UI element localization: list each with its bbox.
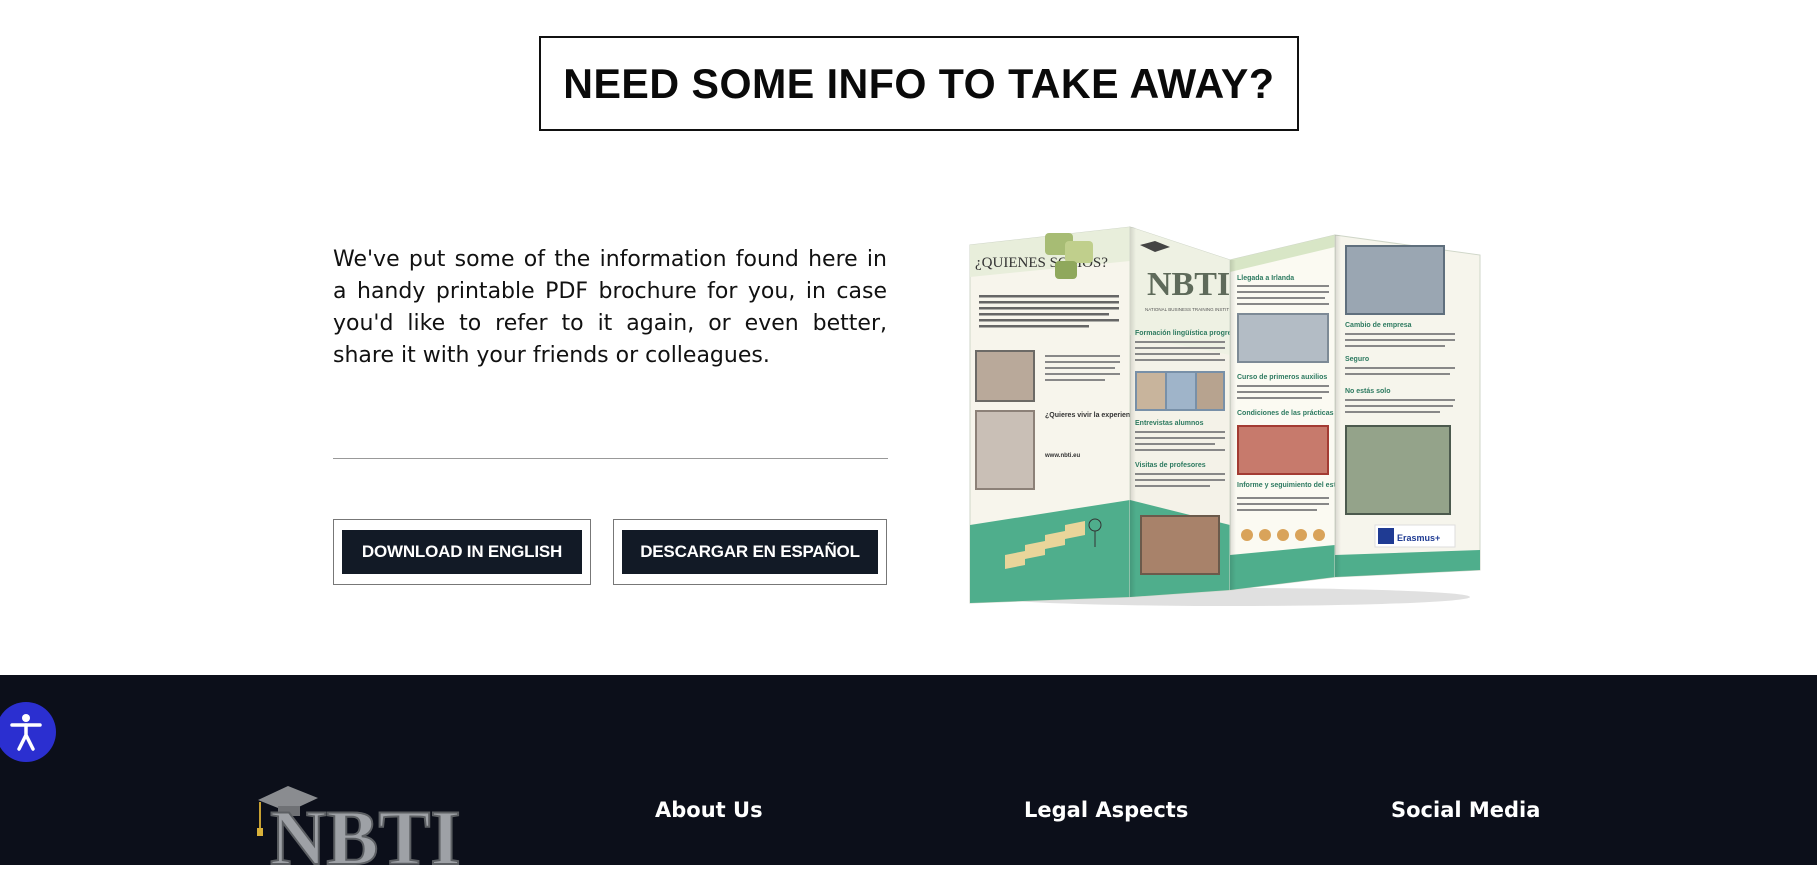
- brochure-description: We've put some of the information found …: [333, 247, 887, 368]
- brochure-panel4-h3: No estás solo: [1345, 388, 1391, 395]
- accessibility-icon: [10, 714, 42, 751]
- footer-logo[interactable]: NBTI: [240, 772, 470, 869]
- divider: [333, 458, 888, 459]
- spanish-button-frame: DESCARGAR EN ESPAÑOL: [613, 519, 887, 585]
- brochure-logo-subtext: NATIONAL BUSINESS TRAINING INSTITUTE: [1145, 307, 1238, 312]
- download-spanish-button[interactable]: DESCARGAR EN ESPAÑOL: [622, 530, 878, 574]
- english-button-frame: DOWNLOAD IN ENGLISH: [333, 519, 591, 585]
- brochure-panel3-h3: Condiciones de las prácticas: [1237, 410, 1334, 417]
- brochure-panel1-site: www.nbti.eu: [1044, 453, 1080, 459]
- brochure-panel4-h1: Cambio de empresa: [1345, 322, 1412, 329]
- download-english-button[interactable]: DOWNLOAD IN ENGLISH: [342, 530, 582, 574]
- title-box: NEED SOME INFO TO TAKE AWAY?: [539, 36, 1299, 131]
- brochure-panel4-h2: Seguro: [1345, 356, 1369, 363]
- footer-logo-text: NBTI: [270, 794, 461, 865]
- section-title: NEED SOME INFO TO TAKE AWAY?: [563, 59, 1275, 107]
- brochure-panel2-h1: Formación lingüística progresiva: [1135, 330, 1245, 337]
- brochure-erasmus-logo: Erasmus+: [1397, 533, 1440, 543]
- brochure-panel-2: NBTI NATIONAL BUSINESS TRAINING INSTITUT…: [1129, 226, 1245, 598]
- footer-legal-heading[interactable]: Legal Aspects: [1024, 798, 1188, 822]
- brochure-panel3-h2: Curso de primeros auxilios: [1237, 374, 1327, 381]
- brochure-panel2-h2: Entrevistas alumnos: [1135, 420, 1204, 427]
- brochure-panel3-h1: Llegada a Irlanda: [1237, 275, 1294, 282]
- brochure-image: ¿QUIENES SOMOS? ¿Quieres vivir la experi…: [969, 226, 1481, 606]
- brochure-panel-4: Cambio de empresa Seguro No estás solo E…: [1334, 234, 1481, 578]
- footer-about-heading[interactable]: About Us: [655, 798, 763, 822]
- footer-social-heading[interactable]: Social Media: [1391, 798, 1540, 822]
- brochure-panel2-h3: Visitas de profesores: [1135, 462, 1206, 469]
- brochure-logo: NBTI: [1147, 266, 1230, 303]
- site-footer: NBTI: [0, 675, 1817, 869]
